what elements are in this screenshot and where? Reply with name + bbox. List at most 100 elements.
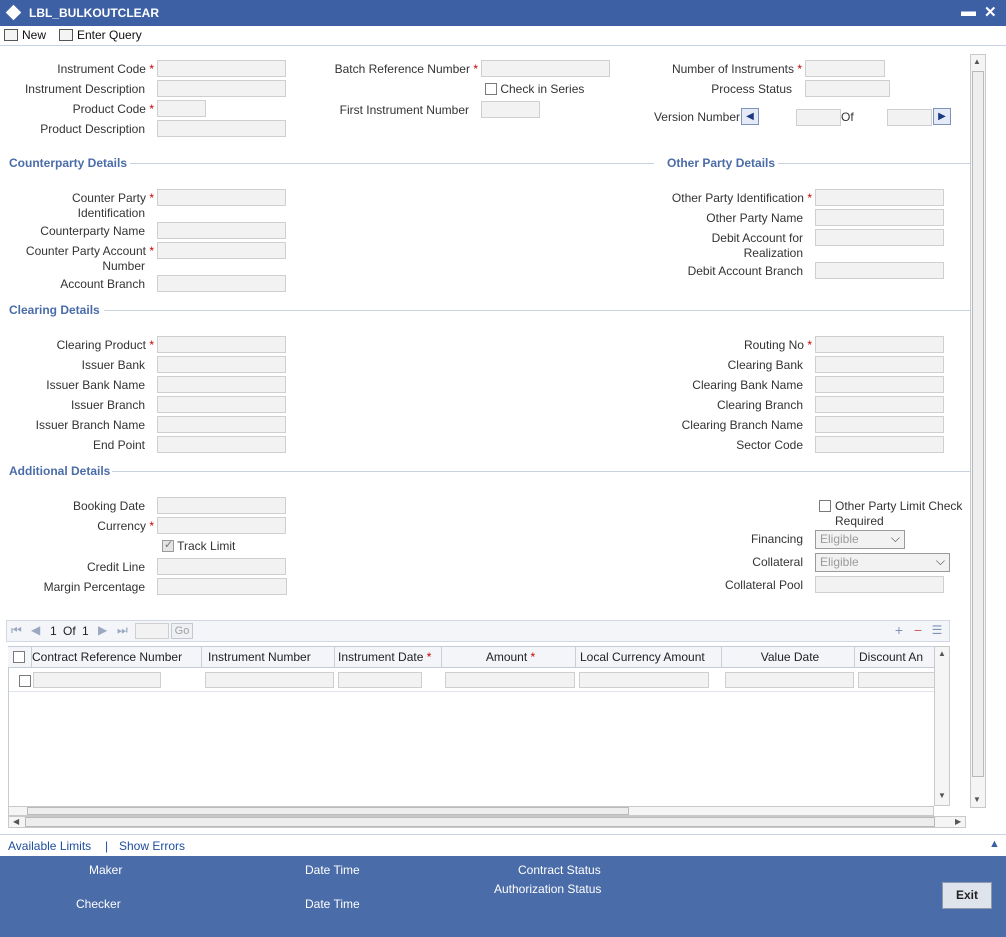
- row-instrument-date-input[interactable]: [338, 672, 422, 688]
- currency-input[interactable]: [157, 517, 286, 534]
- issuer-branch-input[interactable]: [157, 396, 286, 413]
- clearing-branch-name-input[interactable]: [815, 416, 944, 433]
- track-limit-checkbox[interactable]: Track Limit: [162, 538, 235, 553]
- prev-page-icon[interactable]: ◀: [31, 623, 40, 637]
- other-party-limit-box[interactable]: [819, 500, 831, 512]
- number-of-instruments-input[interactable]: [805, 60, 885, 77]
- check-in-series-checkbox[interactable]: Check in Series: [485, 82, 584, 96]
- row-checkbox[interactable]: [19, 675, 31, 687]
- scroll-down-icon[interactable]: ▼: [973, 795, 981, 804]
- routing-no-input[interactable]: [815, 336, 944, 353]
- other-party-name-input[interactable]: [815, 209, 944, 226]
- select-all-checkbox[interactable]: [13, 651, 25, 663]
- scroll-thumb[interactable]: [972, 71, 984, 777]
- other-party-limit-checkbox[interactable]: [819, 499, 831, 513]
- version-number-input[interactable]: [796, 109, 841, 126]
- version-prev-button[interactable]: ◀: [741, 108, 759, 125]
- grid-scroll-up-icon[interactable]: ▲: [938, 649, 946, 658]
- col-instrument-number[interactable]: Instrument Number: [204, 647, 335, 667]
- grid-page-input[interactable]: [135, 623, 169, 639]
- row-instrument-number-input[interactable]: [205, 672, 334, 688]
- col-local-currency-amount[interactable]: Local Currency Amount: [576, 647, 722, 667]
- batch-reference-label: Batch Reference Number *: [334, 62, 478, 76]
- account-branch-input[interactable]: [157, 275, 286, 292]
- page-hscroll-thumb[interactable]: [25, 817, 935, 827]
- issuer-bank-input[interactable]: [157, 356, 286, 373]
- check-in-series-box[interactable]: [485, 83, 497, 95]
- grid-go-button[interactable]: Go: [171, 623, 193, 639]
- row-local-currency-amount-input[interactable]: [579, 672, 709, 688]
- hscroll-right-icon[interactable]: ▶: [955, 817, 961, 826]
- process-status-input[interactable]: [805, 80, 890, 97]
- counterparty-id-input[interactable]: [157, 189, 286, 206]
- checker-label: Checker: [76, 897, 121, 911]
- close-icon[interactable]: ✕: [984, 3, 997, 21]
- row-contract-reference-input[interactable]: [33, 672, 161, 688]
- instrument-description-input[interactable]: [157, 80, 286, 97]
- counterparty-name-input[interactable]: [157, 222, 286, 239]
- grid-menu-icon[interactable]: ☰: [929, 622, 945, 638]
- clearing-bank-name-input[interactable]: [815, 376, 944, 393]
- track-limit-box[interactable]: [162, 538, 174, 552]
- other-party-id-input[interactable]: [815, 189, 944, 206]
- col-value-date[interactable]: Value Date: [722, 647, 855, 667]
- grid-vertical-scrollbar[interactable]: ▲ ▼: [934, 646, 950, 806]
- product-description-input[interactable]: [157, 120, 286, 137]
- first-instrument-label: First Instrument Number: [339, 103, 469, 117]
- enter-query-button[interactable]: Enter Query: [59, 28, 142, 42]
- row-amount-input[interactable]: [445, 672, 575, 688]
- page-horizontal-scrollbar[interactable]: ◀ ▶: [8, 816, 966, 828]
- row-value-date-input[interactable]: [725, 672, 854, 688]
- row-discount-amount-input[interactable]: [858, 672, 935, 688]
- new-button[interactable]: New: [4, 28, 46, 42]
- grid-scroll-down-icon[interactable]: ▼: [938, 791, 946, 800]
- first-page-icon[interactable]: ⏮: [11, 623, 22, 638]
- exit-button[interactable]: Exit: [942, 882, 992, 909]
- col-discount-amount[interactable]: Discount An: [855, 647, 934, 667]
- delete-row-icon[interactable]: −: [910, 622, 926, 638]
- table-row[interactable]: [9, 668, 935, 692]
- main-vertical-scrollbar[interactable]: ▲ ▼: [970, 54, 986, 808]
- version-total-input[interactable]: [887, 109, 932, 126]
- debit-account-branch-input[interactable]: [815, 262, 944, 279]
- collateral-select[interactable]: Eligible ⌵: [815, 553, 950, 572]
- margin-percentage-input[interactable]: [157, 578, 287, 595]
- show-errors-link[interactable]: Show Errors: [119, 839, 185, 853]
- product-code-input[interactable]: [157, 100, 206, 117]
- debit-account-input[interactable]: [815, 229, 944, 246]
- hscroll-left-icon[interactable]: ◀: [13, 817, 19, 826]
- financing-select[interactable]: Eligible ⌵: [815, 530, 905, 549]
- first-instrument-input[interactable]: [481, 101, 540, 118]
- issuer-bank-name-input[interactable]: [157, 376, 286, 393]
- collateral-pool-input[interactable]: [815, 576, 944, 593]
- sector-code-input[interactable]: [815, 436, 944, 453]
- issuer-branch-name-input[interactable]: [157, 416, 286, 433]
- clearing-product-input[interactable]: [157, 336, 286, 353]
- issuer-branch-label: Issuer Branch: [70, 398, 145, 412]
- clearing-branch-label: Clearing Branch: [716, 398, 803, 412]
- col-instrument-date[interactable]: Instrument Date *: [334, 647, 442, 667]
- scroll-up-icon[interactable]: ▲: [973, 57, 981, 66]
- version-next-button[interactable]: ▶: [933, 108, 951, 125]
- collapse-up-icon[interactable]: ▲: [989, 838, 1000, 850]
- clearing-branch-input[interactable]: [815, 396, 944, 413]
- credit-line-input[interactable]: [157, 558, 286, 575]
- next-page-icon[interactable]: ▶: [98, 623, 107, 637]
- col-contract-reference[interactable]: Contract Reference Number: [28, 647, 202, 667]
- last-page-icon[interactable]: ⏭: [117, 623, 128, 638]
- batch-reference-input[interactable]: [481, 60, 610, 77]
- instrument-code-input[interactable]: [157, 60, 286, 77]
- clearing-bank-input[interactable]: [815, 356, 944, 373]
- credit-line-label: Credit Line: [86, 560, 145, 574]
- chevron-down-icon: ⌵: [935, 554, 945, 568]
- grid-horizontal-scrollbar[interactable]: [8, 806, 934, 816]
- booking-date-input[interactable]: [157, 497, 286, 514]
- grid-hscroll-thumb[interactable]: [27, 807, 629, 815]
- available-limits-link[interactable]: Available Limits: [8, 839, 91, 853]
- add-row-icon[interactable]: +: [891, 622, 907, 638]
- col-amount[interactable]: Amount *: [442, 647, 576, 667]
- other-party-limit-label: Other Party Limit Check: [835, 499, 963, 513]
- minimize-icon[interactable]: ▬: [961, 3, 976, 20]
- end-point-input[interactable]: [157, 436, 286, 453]
- counterparty-account-input[interactable]: [157, 242, 286, 259]
